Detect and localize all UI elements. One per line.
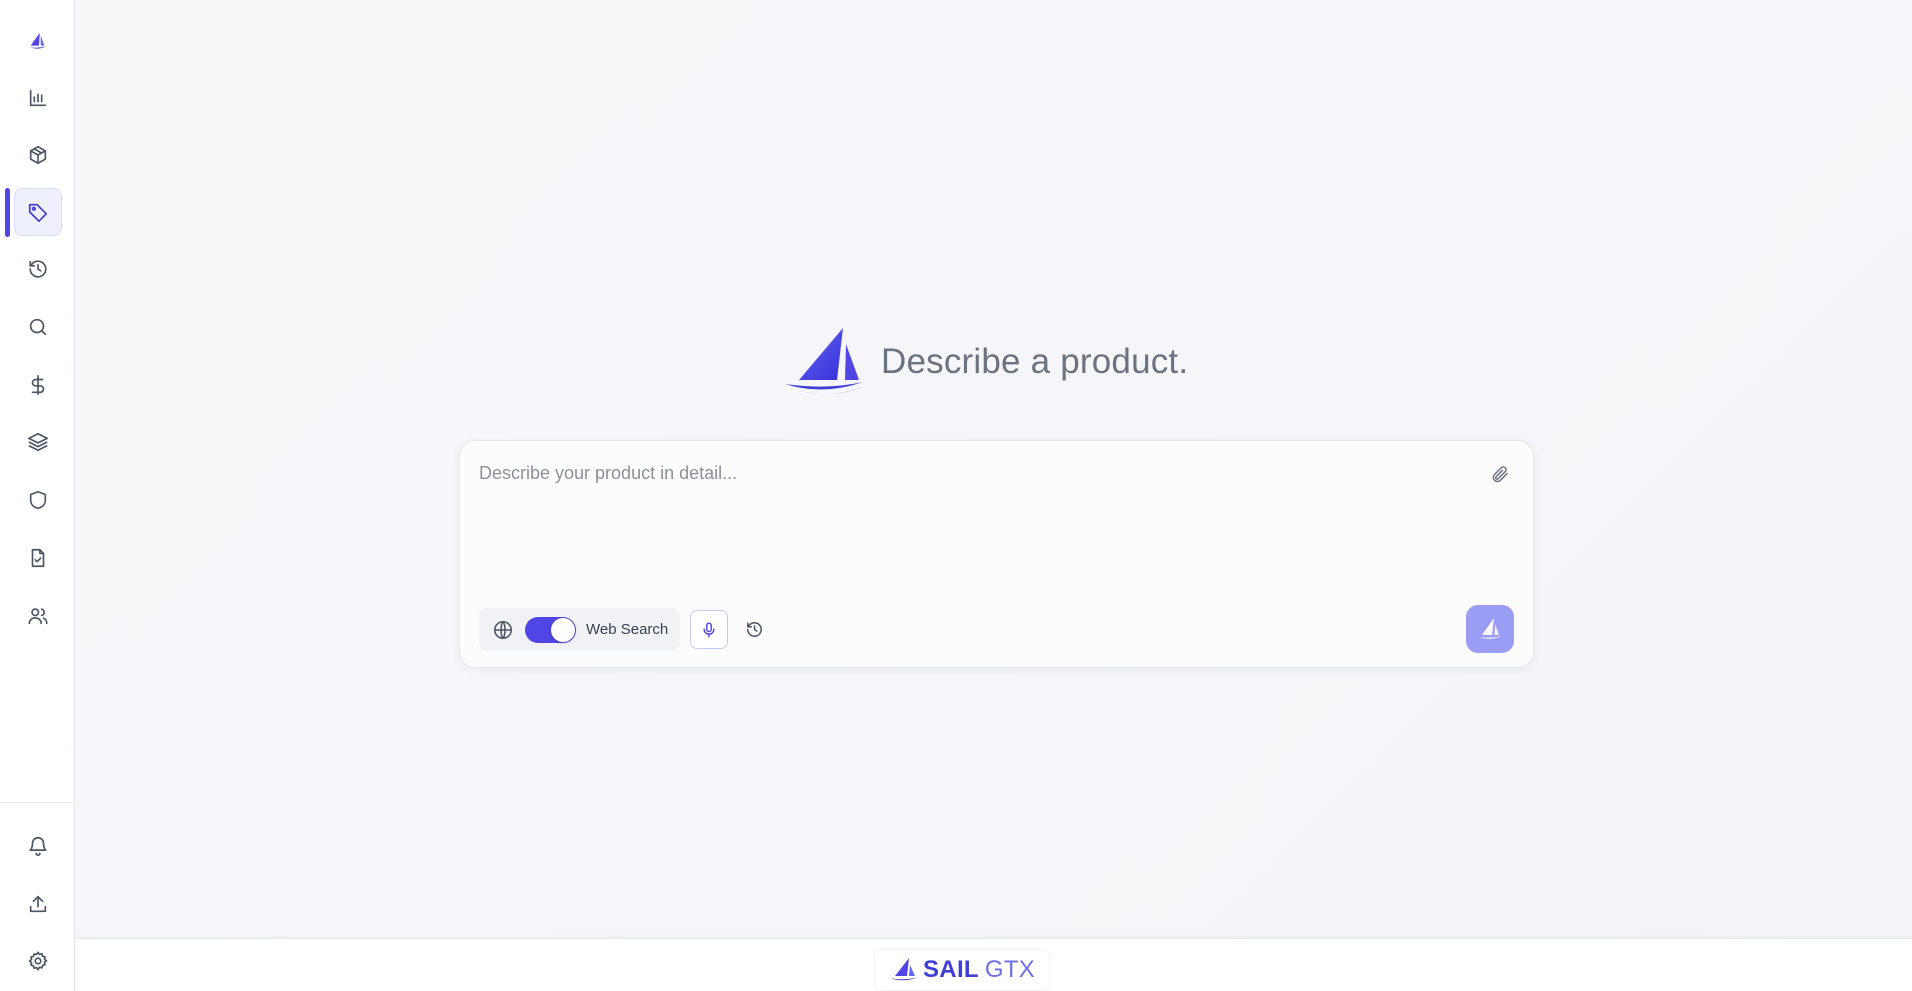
- dollar-icon: [31, 375, 45, 395]
- sail-send-icon: [1479, 618, 1502, 639]
- footer: SAIL GTX: [76, 938, 1912, 991]
- web-search-label: Web Search: [586, 621, 669, 638]
- bell-icon: [29, 837, 47, 856]
- sidebar-item-billing[interactable]: [14, 361, 62, 409]
- voice-input-button[interactable]: [690, 610, 728, 649]
- sidebar: [0, 0, 75, 991]
- shield-icon: [29, 490, 47, 510]
- sail-logo-icon: [785, 328, 865, 395]
- sidebar-item-search[interactable]: [14, 303, 62, 351]
- sidebar-divider: [0, 802, 75, 803]
- upload-icon: [29, 895, 47, 913]
- hero: Describe a product.: [783, 322, 1188, 402]
- brand-name-bold: SAIL: [923, 956, 979, 983]
- brand-logo[interactable]: SAIL GTX: [875, 950, 1050, 990]
- sidebar-item-layers[interactable]: [14, 418, 62, 466]
- sidebar-logo-button[interactable]: [14, 17, 62, 65]
- sidebar-item-pricing[interactable]: [14, 188, 62, 236]
- composer-toolbar: Web Search: [479, 608, 766, 651]
- sidebar-item-notifications[interactable]: [14, 822, 62, 870]
- history-icon: [746, 622, 762, 637]
- prompt-composer: Web Search: [459, 440, 1534, 668]
- sidebar-item-security[interactable]: [14, 476, 62, 524]
- paperclip-icon: [1492, 466, 1508, 483]
- toggle-knob: [551, 617, 575, 642]
- users-icon: [28, 608, 48, 625]
- history-icon: [29, 260, 47, 278]
- box-icon: [29, 145, 47, 165]
- web-search-control: Web Search: [479, 608, 680, 651]
- attach-button[interactable]: [1487, 461, 1513, 487]
- tag-icon: [28, 203, 48, 222]
- sail-logo-icon: [29, 32, 47, 49]
- sidebar-active-indicator: [5, 188, 10, 237]
- layers-icon: [28, 432, 48, 452]
- search-icon: [29, 318, 47, 336]
- product-description-input[interactable]: [479, 463, 1459, 563]
- microphone-icon: [703, 622, 715, 637]
- bar-chart-icon: [29, 89, 47, 107]
- prompt-history-button[interactable]: [742, 618, 766, 642]
- web-search-toggle[interactable]: [525, 616, 576, 643]
- send-button[interactable]: [1466, 605, 1514, 653]
- sidebar-item-upload[interactable]: [14, 880, 62, 928]
- sidebar-item-documents[interactable]: [14, 534, 62, 582]
- sidebar-item-settings[interactable]: [14, 937, 62, 985]
- sidebar-item-products[interactable]: [14, 131, 62, 179]
- sidebar-item-team[interactable]: [14, 592, 62, 640]
- sidebar-item-history[interactable]: [14, 245, 62, 293]
- file-check-icon: [31, 548, 45, 568]
- brand-name-light: GTX: [984, 956, 1036, 983]
- sidebar-item-analytics[interactable]: [14, 74, 62, 122]
- globe-icon: [492, 619, 514, 641]
- gear-icon: [28, 951, 48, 971]
- page-title: Describe a product.: [881, 342, 1189, 381]
- sail-logo-icon: [890, 958, 918, 981]
